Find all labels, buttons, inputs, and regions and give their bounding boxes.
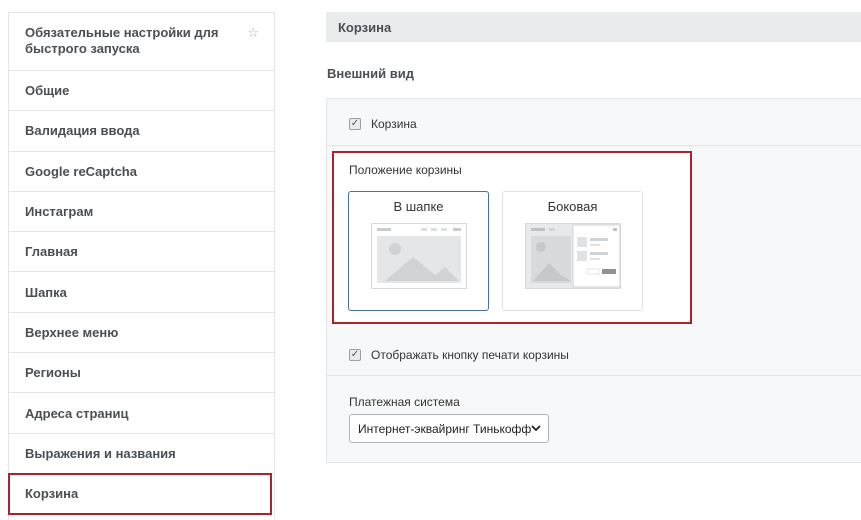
payment-system-select[interactable]: Интернет-эквайринг Тинькофф bbox=[349, 414, 549, 443]
print-cart-checkbox[interactable]: ✓ Отображать кнопку печати корзины bbox=[349, 348, 569, 362]
sidebar-item-page-urls[interactable]: Адреса страниц bbox=[9, 393, 274, 434]
checkbox-checked-icon[interactable]: ✓ bbox=[349, 118, 361, 130]
sidebar-item-label: Верхнее меню bbox=[25, 324, 119, 340]
sidebar-item-label: Шапка bbox=[25, 284, 67, 300]
checkbox-checked-icon[interactable]: ✓ bbox=[349, 349, 361, 361]
sidebar-item-input-validation[interactable]: Валидация ввода bbox=[9, 111, 274, 152]
sidebar-item-regions[interactable]: Регионы bbox=[9, 353, 274, 394]
cart-checkbox-label: Корзина bbox=[371, 117, 417, 131]
cart-position-label: Положение корзины bbox=[349, 163, 462, 177]
sidebar-item-label: Регионы bbox=[25, 365, 81, 381]
sidebar-item-label: Выражения и названия bbox=[25, 445, 176, 461]
cart-checkbox-row: ✓ Корзина bbox=[327, 99, 861, 146]
sidebar-item-quick-start[interactable]: Обязательные настройки для быстрого запу… bbox=[9, 13, 274, 71]
settings-sidebar: Обязательные настройки для быстрого запу… bbox=[8, 12, 275, 520]
option-title: В шапке bbox=[393, 199, 444, 214]
section-title: Корзина bbox=[326, 12, 861, 42]
sidebar-item-general[interactable]: Общие bbox=[9, 71, 274, 112]
sidebar-item-label: Обязательные настройки для быстрого запу… bbox=[25, 25, 219, 56]
sidebar-item-instagram[interactable]: Инстаграм bbox=[9, 192, 274, 233]
section-subtitle: Внешний вид bbox=[327, 66, 414, 81]
sidebar-item-label: Валидация ввода bbox=[25, 123, 140, 139]
star-icon[interactable]: ☆ bbox=[247, 25, 259, 41]
cart-position-option-side[interactable]: Боковая bbox=[502, 191, 643, 311]
sidebar-item-label: Общие bbox=[25, 83, 70, 99]
sidebar-item-label: Инстаграм bbox=[25, 204, 94, 220]
sidebar-item-phrases[interactable]: Выражения и названия bbox=[9, 434, 274, 474]
sidebar-item-cart[interactable]: Корзина bbox=[8, 472, 272, 515]
sidebar-item-label: Корзина bbox=[25, 486, 79, 502]
print-checkbox-label: Отображать кнопку печати корзины bbox=[371, 348, 569, 362]
sidebar-item-recaptcha[interactable]: Google reCaptcha bbox=[9, 152, 274, 192]
sidebar-item-label: Главная bbox=[25, 244, 78, 260]
sidebar-item-home[interactable]: Главная bbox=[9, 232, 274, 273]
cart-position-group: Положение корзины В шапке Боковая bbox=[332, 151, 692, 324]
sidebar-item-label: Google reCaptcha bbox=[25, 163, 137, 179]
cart-checkbox[interactable]: ✓ Корзина bbox=[349, 117, 417, 131]
payment-system-value: Интернет-эквайринг Тинькофф bbox=[358, 421, 532, 436]
cart-position-option-header[interactable]: В шапке bbox=[348, 191, 489, 311]
sidebar-item-header[interactable]: Шапка bbox=[9, 272, 274, 313]
header-layout-preview-icon bbox=[371, 223, 467, 289]
chevron-down-icon bbox=[531, 425, 541, 432]
print-checkbox-row: ✓ Отображать кнопку печати корзины bbox=[327, 331, 861, 376]
payment-system-label: Платежная система bbox=[349, 395, 460, 409]
side-layout-preview-icon bbox=[525, 223, 621, 289]
option-title: Боковая bbox=[547, 199, 598, 214]
sidebar-item-top-menu[interactable]: Верхнее меню bbox=[9, 313, 274, 354]
sidebar-item-label: Адреса страниц bbox=[25, 405, 129, 421]
